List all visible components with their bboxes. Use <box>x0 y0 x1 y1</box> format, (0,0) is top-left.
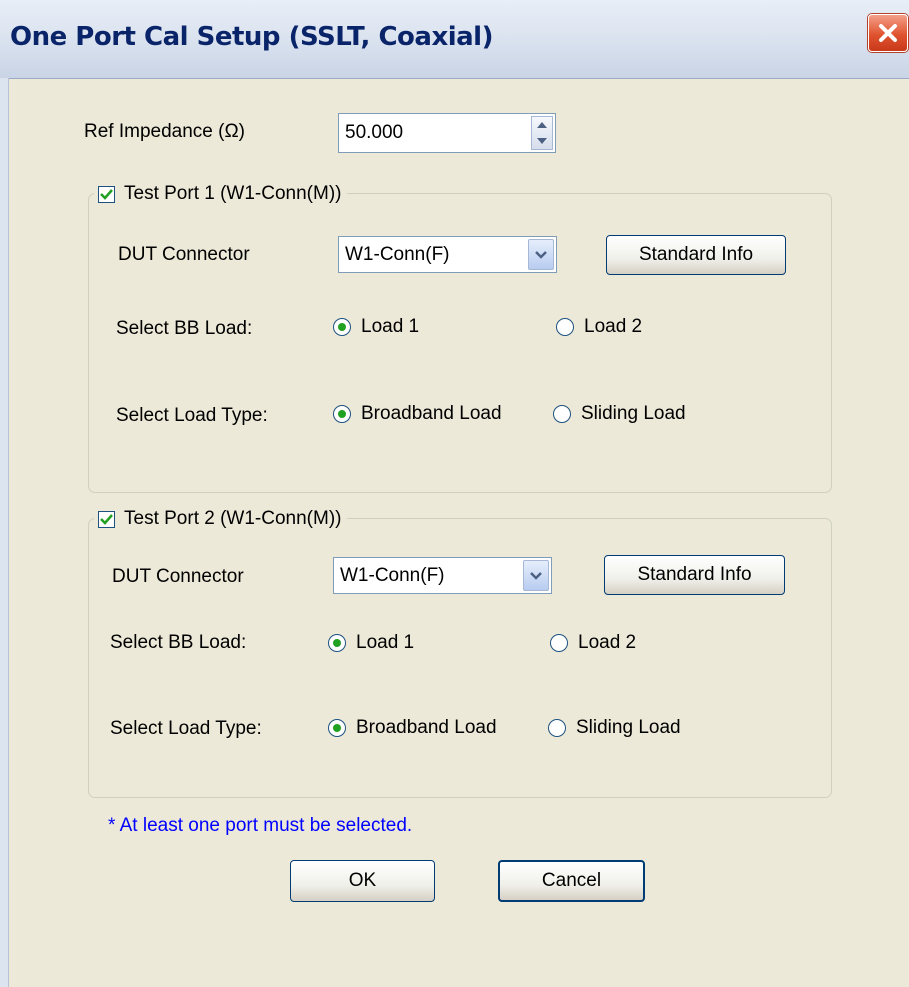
close-icon <box>879 24 897 42</box>
cancel-button[interactable]: Cancel <box>498 860 645 902</box>
test-port-1-header: Test Port 1 (W1-Conn(M)) <box>94 181 348 207</box>
test-port-2-checkbox[interactable] <box>98 510 115 528</box>
bb-load-option-2[interactable]: Load 2 <box>550 632 636 654</box>
radio-button[interactable] <box>548 719 566 737</box>
spin-up-icon[interactable] <box>537 122 547 128</box>
radio-selected-dot <box>338 323 346 331</box>
dut-connector-value: W1-Conn(F) <box>340 565 445 586</box>
load-type-option-broadband[interactable]: Broadband Load <box>328 717 497 739</box>
checkmark-icon <box>100 188 113 200</box>
window-title: One Port Cal Setup (SSLT, Coaxial) <box>10 22 493 52</box>
select-bb-load-label: Select BB Load: <box>110 632 247 653</box>
select-load-type-label: Select Load Type: <box>110 718 262 739</box>
radio-selected-dot <box>333 724 341 732</box>
radio-selected-dot <box>338 410 346 418</box>
radio-label: Load 2 <box>584 316 643 337</box>
title-bar[interactable]: One Port Cal Setup (SSLT, Coaxial) <box>0 0 909 79</box>
spin-down-icon[interactable] <box>537 138 547 144</box>
dut-connector-value: W1-Conn(F) <box>345 244 450 265</box>
test-port-1-checkbox[interactable] <box>98 185 115 203</box>
test-port-2-title: Test Port 2 (W1-Conn(M)) <box>124 508 342 529</box>
radio-label: Broadband Load <box>361 403 502 424</box>
radio-label: Load 1 <box>361 316 420 337</box>
ref-impedance-label: Ref Impedance (Ω) <box>84 121 245 142</box>
select-load-type-label: Select Load Type: <box>116 405 268 426</box>
ref-impedance-spinbox[interactable]: 50.000 <box>338 113 556 153</box>
standard-info-button[interactable]: Standard Info <box>606 235 786 275</box>
dut-connector-dropdown[interactable]: W1-Conn(F) <box>338 236 557 273</box>
chevron-down-icon <box>530 571 542 580</box>
close-button[interactable] <box>868 14 908 52</box>
dropdown-button[interactable] <box>523 560 549 591</box>
radio-label: Sliding Load <box>576 717 681 738</box>
bb-load-option-2[interactable]: Load 2 <box>556 316 642 338</box>
select-bb-load-label: Select BB Load: <box>116 318 253 339</box>
checkmark-icon <box>100 513 113 525</box>
load-type-option-sliding[interactable]: Sliding Load <box>548 717 681 739</box>
load-type-option-sliding[interactable]: Sliding Load <box>553 403 686 425</box>
test-port-2-header: Test Port 2 (W1-Conn(M)) <box>94 506 348 532</box>
bb-load-option-1[interactable]: Load 1 <box>333 316 419 338</box>
radio-button[interactable] <box>333 405 351 423</box>
radio-label: Sliding Load <box>581 403 686 424</box>
radio-button[interactable] <box>328 634 346 652</box>
load-type-option-broadband[interactable]: Broadband Load <box>333 403 502 425</box>
dut-connector-label: DUT Connector <box>112 566 244 587</box>
radio-label: Load 2 <box>578 632 637 653</box>
radio-label: Broadband Load <box>356 717 497 738</box>
radio-button[interactable] <box>333 318 351 336</box>
ref-impedance-value: 50.000 <box>345 122 404 143</box>
bb-load-option-1[interactable]: Load 1 <box>328 632 414 654</box>
port-selection-note: * At least one port must be selected. <box>108 815 413 836</box>
radio-selected-dot <box>333 639 341 647</box>
test-port-1-title: Test Port 1 (W1-Conn(M)) <box>124 183 342 204</box>
ok-button[interactable]: OK <box>290 860 435 902</box>
spin-buttons[interactable] <box>531 116 553 150</box>
chevron-down-icon <box>535 250 547 259</box>
radio-button[interactable] <box>556 318 574 336</box>
dropdown-button[interactable] <box>528 239 554 270</box>
radio-button[interactable] <box>328 719 346 737</box>
radio-button[interactable] <box>553 405 571 423</box>
window-border <box>0 78 9 987</box>
standard-info-button[interactable]: Standard Info <box>604 555 785 595</box>
radio-button[interactable] <box>550 634 568 652</box>
radio-label: Load 1 <box>356 632 415 653</box>
dut-connector-dropdown[interactable]: W1-Conn(F) <box>333 557 552 594</box>
dut-connector-label: DUT Connector <box>118 244 250 265</box>
